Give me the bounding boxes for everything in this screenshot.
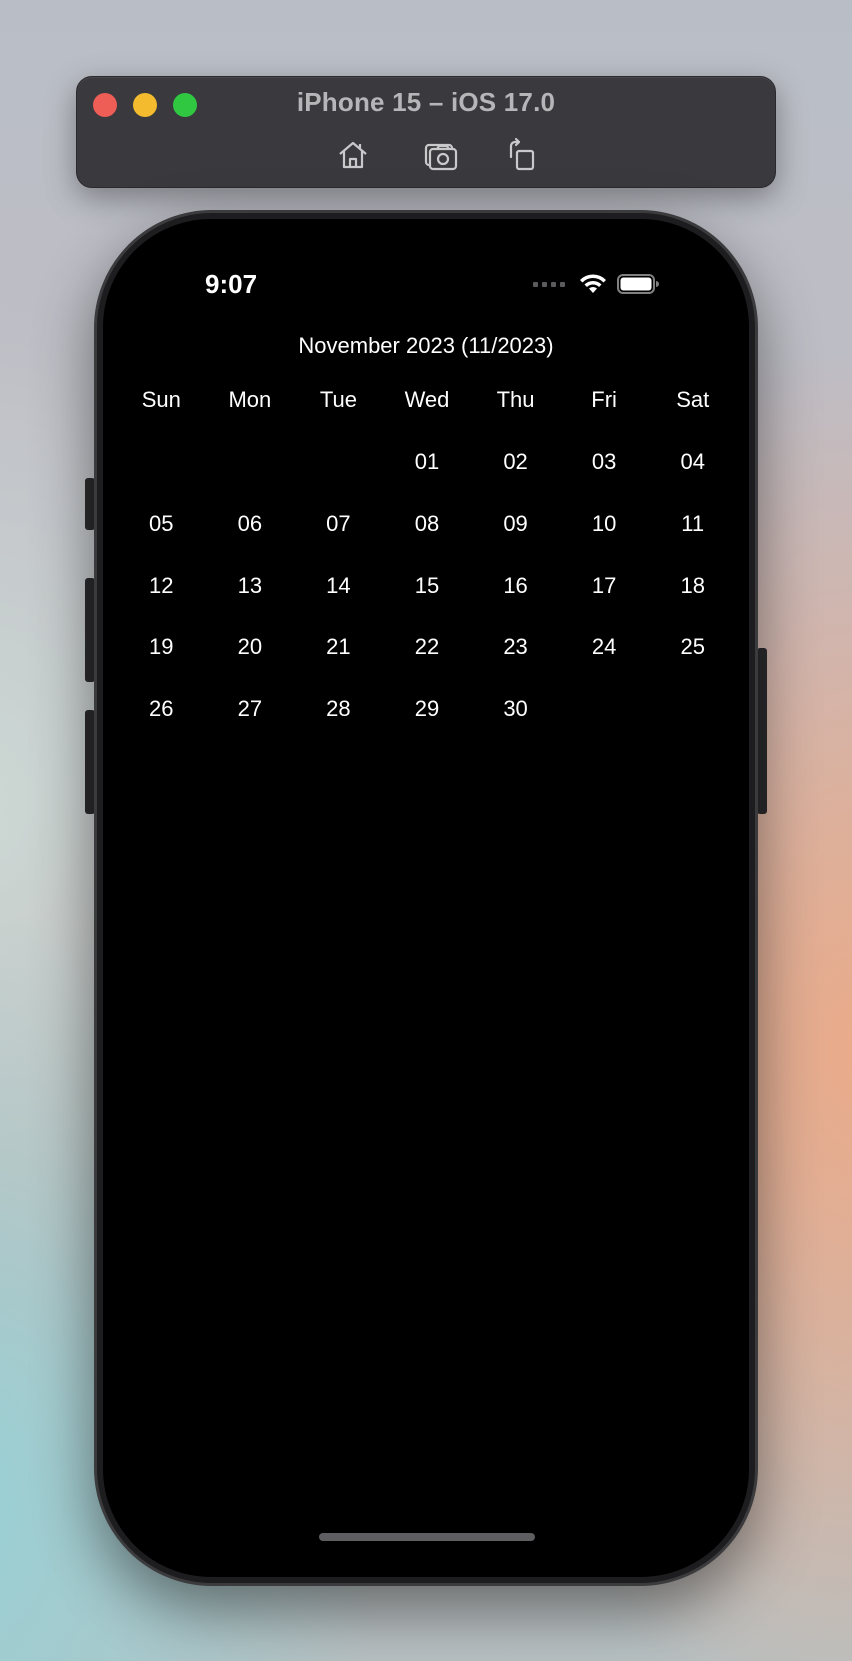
- day-cell[interactable]: 11: [648, 509, 737, 539]
- status-icons: [533, 273, 659, 295]
- day-cell: [560, 694, 649, 724]
- weekday-label: Sun: [141, 387, 181, 412]
- day-cell: [294, 447, 383, 477]
- home-indicator[interactable]: [319, 1533, 535, 1541]
- day-cell[interactable]: 05: [117, 509, 206, 539]
- day-cell[interactable]: 23: [471, 632, 560, 662]
- day-cell: [117, 447, 206, 477]
- day-cell[interactable]: 25: [648, 632, 737, 662]
- screenshot-button[interactable]: [421, 135, 461, 175]
- house-icon: [339, 141, 367, 169]
- calendar-week-row: 05 06 07 08 09 10 11: [117, 509, 737, 539]
- battery-icon: [617, 274, 659, 294]
- day-cell[interactable]: 02: [471, 447, 560, 477]
- calendar-week-row: 19 20 21 22 23 24 25: [117, 632, 737, 662]
- day-cell[interactable]: 15: [383, 571, 472, 601]
- day-cell[interactable]: 10: [560, 509, 649, 539]
- day-cell[interactable]: 03: [560, 447, 649, 477]
- day-cell[interactable]: 01: [383, 447, 472, 477]
- day-cell[interactable]: 22: [383, 632, 472, 662]
- weekday-label: Fri: [591, 387, 617, 412]
- weekday-header: Sun Mon Tue Wed Thu Fri Sat: [117, 385, 737, 415]
- cellular-signal-icon: [533, 281, 565, 287]
- day-cell[interactable]: 28: [294, 694, 383, 724]
- day-cell: [648, 694, 737, 724]
- calendar-week-row: 26 27 28 29 30: [117, 694, 737, 724]
- day-cell[interactable]: 08: [383, 509, 472, 539]
- side-power-button: [757, 648, 767, 814]
- day-cell[interactable]: 06: [206, 509, 295, 539]
- day-cell[interactable]: 04: [648, 447, 737, 477]
- wifi-icon: [580, 274, 606, 293]
- day-cell[interactable]: 12: [117, 571, 206, 601]
- weekday-label: Wed: [404, 387, 450, 412]
- weekday-label: Tue: [319, 387, 357, 412]
- rotate-icon: [509, 137, 535, 171]
- day-cell[interactable]: 19: [117, 632, 206, 662]
- camera-icon: [424, 143, 458, 171]
- phone-screen: 9:07 November 2023 (11/2023) Sun Mon Tue…: [103, 219, 749, 1577]
- day-cell[interactable]: 26: [117, 694, 206, 724]
- day-cell[interactable]: 20: [206, 632, 295, 662]
- weekday-label: Sat: [676, 387, 710, 412]
- home-button[interactable]: [333, 135, 373, 175]
- calendar-month-title: November 2023 (11/2023): [298, 333, 554, 358]
- day-cell: [206, 447, 295, 477]
- calendar-week-row: 12 13 14 15 16 17 18: [117, 571, 737, 601]
- weekday-label: Mon: [228, 387, 272, 412]
- day-cell[interactable]: 13: [206, 571, 295, 601]
- day-cell[interactable]: 18: [648, 571, 737, 601]
- day-cell[interactable]: 24: [560, 632, 649, 662]
- weekday-label: Thu: [496, 387, 535, 412]
- rotate-button[interactable]: [501, 135, 541, 175]
- day-cell[interactable]: 21: [294, 632, 383, 662]
- status-time: 9:07: [205, 269, 258, 299]
- calendar-week-row: 01 02 03 04: [117, 447, 737, 477]
- day-cell[interactable]: 17: [560, 571, 649, 601]
- simulator-title-bar: iPhone 15 – iOS 17.0: [76, 76, 776, 188]
- day-cell[interactable]: 30: [471, 694, 560, 724]
- day-cell[interactable]: 27: [206, 694, 295, 724]
- day-cell[interactable]: 29: [383, 694, 472, 724]
- day-cell[interactable]: 07: [294, 509, 383, 539]
- day-cell[interactable]: 14: [294, 571, 383, 601]
- day-cell[interactable]: 16: [471, 571, 560, 601]
- simulator-title: iPhone 15 – iOS 17.0: [296, 87, 556, 117]
- day-cell[interactable]: 09: [471, 509, 560, 539]
